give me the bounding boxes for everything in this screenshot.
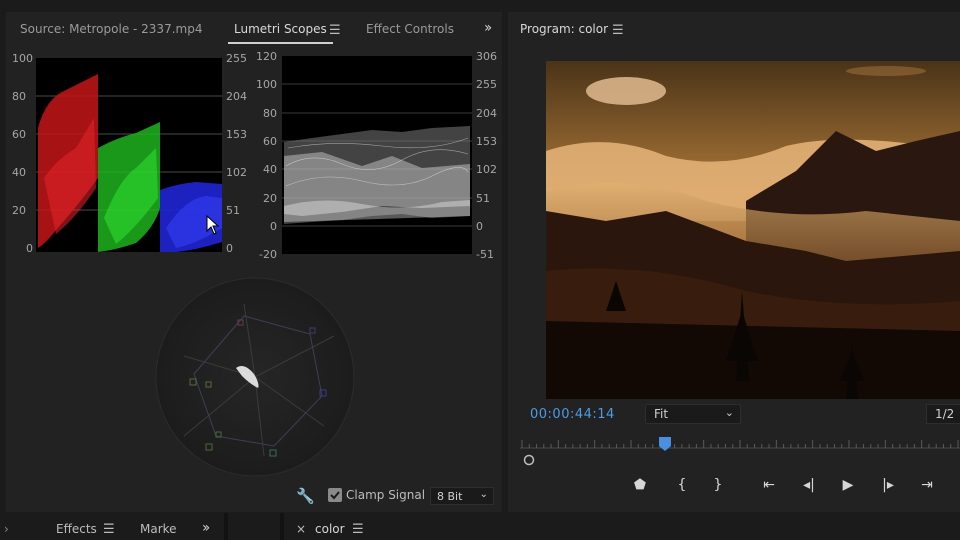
active-tab-underline bbox=[228, 42, 333, 44]
wave-rtick-102: 102 bbox=[476, 163, 497, 176]
luma-waveform-graph bbox=[282, 83, 472, 227]
parade-rtick-255: 255 bbox=[226, 52, 247, 65]
wave-tick-20: 20 bbox=[263, 192, 277, 205]
sequence-menu-icon[interactable]: ☰ bbox=[352, 522, 364, 537]
step-forward-icon[interactable]: |▸ bbox=[877, 477, 899, 493]
bottom-divider bbox=[280, 513, 284, 540]
add-marker-icon[interactable]: ⬟ bbox=[629, 477, 651, 493]
program-monitor-panel: Program: color ☰ 00:00:44:14 Fit ⌄ 1/2 ⬟… bbox=[508, 12, 960, 512]
parade-rtick-51: 51 bbox=[226, 204, 240, 217]
mark-out-icon[interactable]: } bbox=[707, 477, 729, 493]
vectorscope bbox=[155, 277, 355, 477]
parade-rtick-0: 0 bbox=[226, 242, 233, 255]
go-to-in-icon[interactable]: ⇤ bbox=[758, 477, 780, 493]
wave-tick-0: 0 bbox=[270, 220, 277, 233]
panel-overflow-chevron-icon[interactable]: ›› bbox=[484, 20, 492, 36]
wave-rtick-51: 51 bbox=[476, 192, 490, 205]
wrench-icon[interactable]: 🔧 bbox=[296, 487, 315, 505]
program-time-ruler[interactable] bbox=[520, 436, 960, 456]
bit-depth-value: 8 Bit bbox=[437, 490, 463, 503]
parade-tick-20: 20 bbox=[12, 204, 26, 217]
parade-tick-40: 40 bbox=[12, 166, 26, 179]
parade-rtick-102: 102 bbox=[226, 166, 247, 179]
parade-tick-100: 100 bbox=[12, 52, 33, 65]
wave-tick-80: 80 bbox=[263, 107, 277, 120]
chevron-down-icon: ⌄ bbox=[724, 406, 734, 419]
zoom-value: Fit bbox=[654, 407, 669, 421]
chevron-down-icon: ⌄ bbox=[479, 489, 488, 500]
program-menu-icon[interactable]: ☰ bbox=[612, 23, 624, 38]
left-panel-tabbar: Source: Metropole - 2337.mp4 Lumetri Sco… bbox=[6, 12, 502, 46]
mark-in-icon[interactable]: { bbox=[671, 477, 693, 493]
mouse-cursor-icon bbox=[206, 215, 220, 235]
go-to-out-icon[interactable]: ⇥ bbox=[916, 477, 938, 493]
wave-tick-120: 120 bbox=[256, 50, 277, 63]
program-monitor-title[interactable]: Program: color bbox=[520, 22, 608, 36]
tab-markers[interactable]: Marke bbox=[140, 522, 177, 536]
playback-resolution-select[interactable]: 1/2 bbox=[926, 404, 960, 424]
rgb-parade-graph bbox=[36, 74, 222, 252]
parade-tick-80: 80 bbox=[12, 90, 26, 103]
step-back-icon[interactable]: ◂| bbox=[798, 477, 820, 493]
wave-tick-neg20: -20 bbox=[259, 248, 277, 261]
clamp-signal-label: Clamp Signal bbox=[346, 488, 426, 502]
program-video-frame bbox=[546, 61, 960, 399]
bottom-overflow-chevron-icon[interactable]: ›› bbox=[202, 520, 210, 536]
waveform-right-axis: 306 255 204 153 102 51 0 -51 bbox=[476, 50, 502, 270]
wave-rtick-306: 306 bbox=[476, 50, 497, 63]
zoom-select[interactable]: Fit ⌄ bbox=[645, 404, 741, 424]
partial-tab-left[interactable]: › bbox=[4, 522, 9, 536]
tab-effect-controls[interactable]: Effect Controls bbox=[366, 22, 454, 36]
wave-rtick-255: 255 bbox=[476, 78, 497, 91]
tab-effects[interactable]: Effects bbox=[56, 522, 97, 536]
tab-source[interactable]: Source: Metropole - 2337.mp4 bbox=[20, 22, 202, 36]
tab-lumetri-scopes[interactable]: Lumetri Scopes bbox=[228, 22, 333, 44]
tab-lumetri-scopes-label: Lumetri Scopes bbox=[234, 22, 327, 36]
bit-depth-select[interactable]: 8 Bit ⌄ bbox=[430, 487, 494, 505]
rgb-parade-scope bbox=[36, 58, 222, 252]
parade-right-axis: 255 204 153 102 51 0 bbox=[226, 52, 254, 255]
wave-rtick-153: 153 bbox=[476, 135, 497, 148]
parade-left-axis: 100 80 60 40 20 0 bbox=[12, 52, 34, 255]
lumetri-scopes-panel: Source: Metropole - 2337.mp4 Lumetri Sco… bbox=[6, 12, 502, 512]
effects-menu-icon[interactable]: ☰ bbox=[103, 522, 115, 537]
ruler-start-marker-icon[interactable] bbox=[522, 453, 536, 467]
wave-rtick-0: 0 bbox=[476, 220, 483, 233]
close-tab-icon[interactable]: × bbox=[296, 522, 306, 536]
clamp-signal-checkbox[interactable] bbox=[328, 488, 342, 502]
bottom-panel-tabbar: › Effects ☰ Marke ›› × color ☰ bbox=[0, 513, 960, 540]
panel-menu-icon[interactable]: ☰ bbox=[329, 23, 341, 38]
resolution-value: 1/2 bbox=[935, 407, 955, 421]
play-icon[interactable]: ▶ bbox=[837, 477, 859, 493]
parade-tick-0: 0 bbox=[26, 242, 33, 255]
playhead-timecode[interactable]: 00:00:44:14 bbox=[530, 407, 615, 422]
playhead-handle[interactable] bbox=[659, 436, 672, 451]
checkmark-icon bbox=[330, 491, 340, 500]
parade-rtick-204: 204 bbox=[226, 90, 247, 103]
bottom-divider bbox=[224, 513, 228, 540]
playhead-icon bbox=[659, 437, 672, 451]
waveform-scope bbox=[282, 56, 472, 254]
parade-tick-60: 60 bbox=[12, 128, 26, 141]
wave-tick-100: 100 bbox=[256, 78, 277, 91]
wave-rtick-neg51: -51 bbox=[476, 248, 494, 261]
tab-color-sequence[interactable]: color bbox=[315, 522, 345, 536]
wave-tick-40: 40 bbox=[263, 163, 277, 176]
waveform-left-axis: 120 100 80 60 40 20 0 -20 bbox=[256, 50, 282, 270]
wave-tick-60: 60 bbox=[263, 135, 277, 148]
wave-rtick-204: 204 bbox=[476, 107, 497, 120]
parade-rtick-153: 153 bbox=[226, 128, 247, 141]
